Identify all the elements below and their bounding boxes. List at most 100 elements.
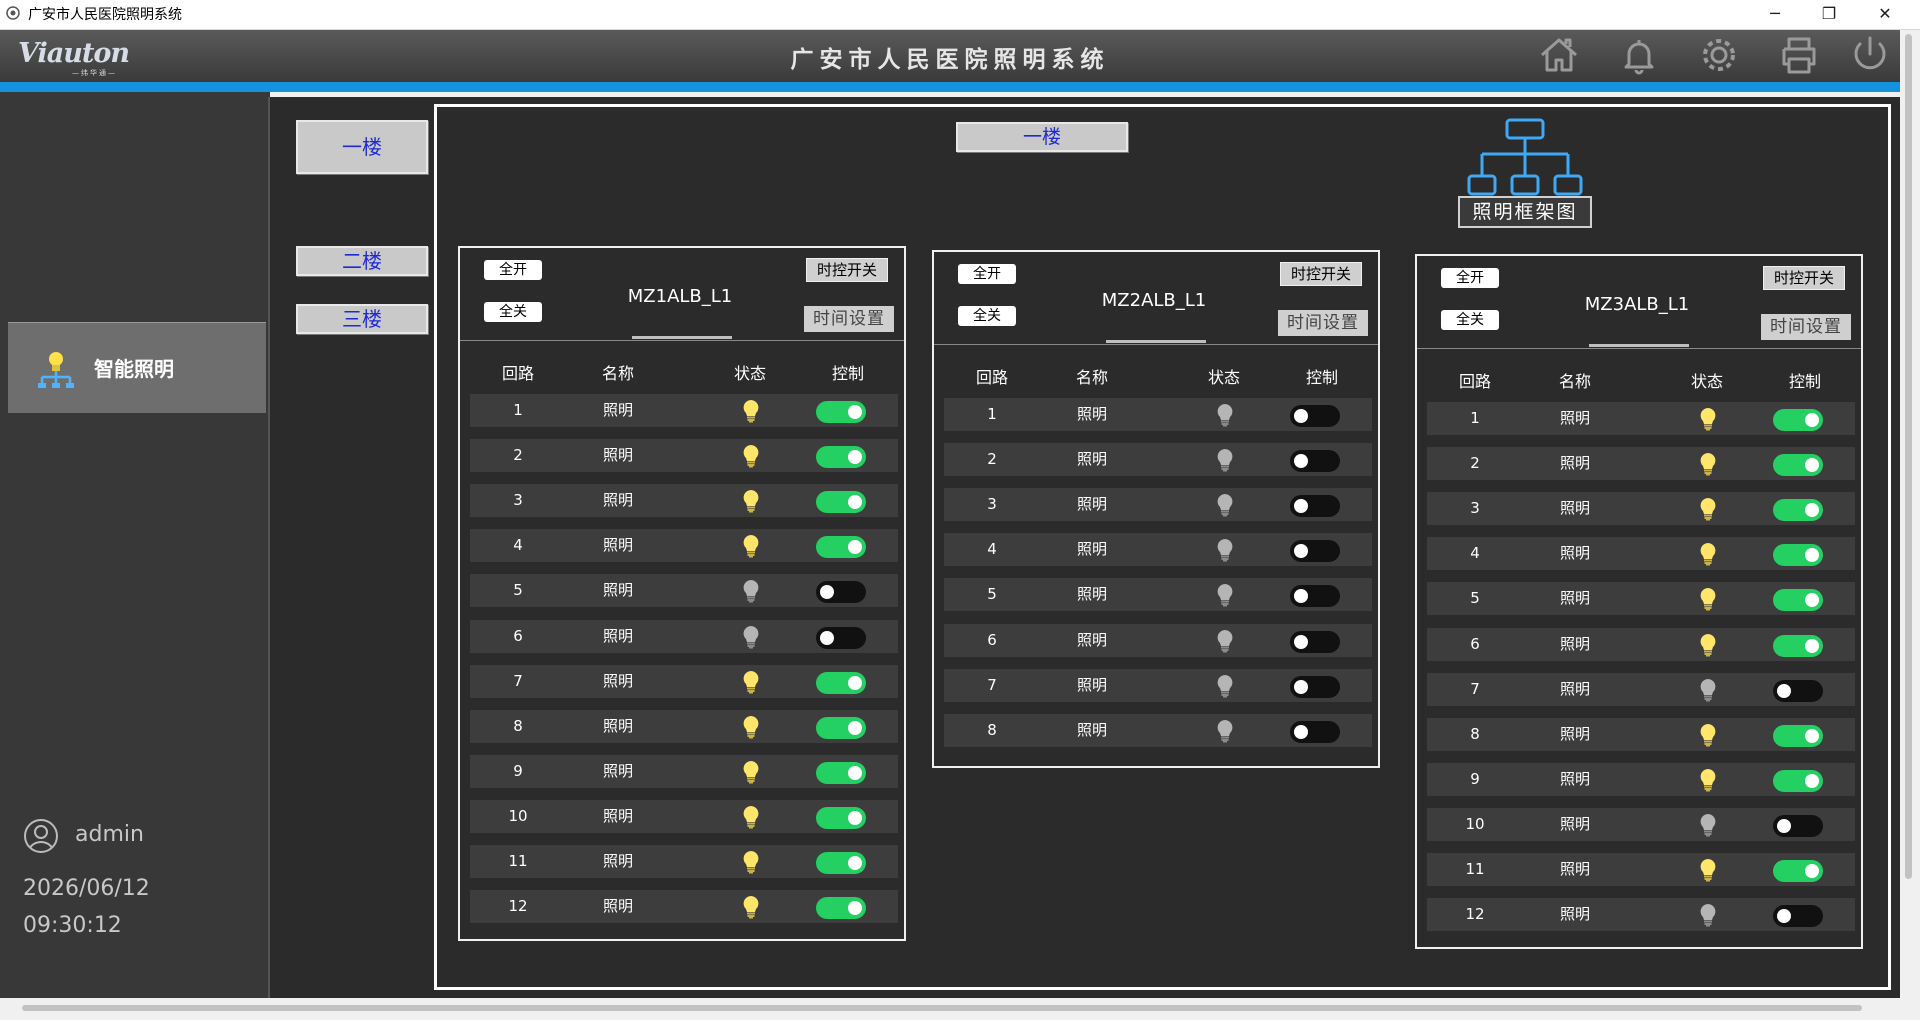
timer-switch-button[interactable]: 时控开关 xyxy=(806,258,888,282)
circuit-toggle[interactable] xyxy=(1773,769,1823,792)
bulb-on-icon xyxy=(1699,633,1717,657)
all-on-button[interactable]: 全开 xyxy=(484,260,542,280)
circuit-toggle[interactable] xyxy=(1773,634,1823,657)
time-settings-button[interactable]: 时间设置 xyxy=(1761,314,1851,340)
minimize-button[interactable]: ─ xyxy=(1752,0,1798,29)
circuit-row: 1 照明 xyxy=(944,398,1372,431)
all-off-button[interactable]: 全关 xyxy=(958,306,1016,326)
hierarchy-diagram-icon[interactable] xyxy=(1467,118,1583,196)
circuit-number: 7 xyxy=(987,675,997,694)
toggle-knob xyxy=(1294,634,1308,649)
bulb-off-icon xyxy=(1699,678,1717,702)
card-header-divider xyxy=(934,344,1378,345)
bulb-on-icon xyxy=(742,715,760,739)
col-header-circuit: 回路 xyxy=(1458,372,1491,391)
col-header-name: 名称 xyxy=(1075,368,1108,387)
circuit-toggle[interactable] xyxy=(816,491,866,514)
circuit-toggle[interactable] xyxy=(1773,814,1823,837)
circuit-number: 2 xyxy=(513,446,523,465)
timer-switch-button[interactable]: 时控开关 xyxy=(1280,262,1362,286)
circuit-toggle[interactable] xyxy=(816,671,866,694)
home-icon[interactable] xyxy=(1536,32,1582,78)
circuit-toggle[interactable] xyxy=(1290,675,1340,698)
bulb-off-icon xyxy=(1216,538,1234,562)
toggle-knob xyxy=(848,810,862,825)
lighting-diagram-button[interactable]: 照明框架图 xyxy=(1458,196,1592,228)
floor-2-button[interactable]: 二楼 xyxy=(296,246,428,276)
toggle-knob xyxy=(1805,864,1819,878)
all-on-button[interactable]: 全开 xyxy=(1441,268,1499,288)
circuit-number: 3 xyxy=(1470,499,1480,518)
circuit-row: 5 照明 xyxy=(470,574,898,608)
circuit-toggle[interactable] xyxy=(1290,405,1340,427)
window-title: 广安市人民医院照明系统 xyxy=(28,7,182,23)
circuit-toggle[interactable] xyxy=(816,852,866,874)
circuit-toggle[interactable] xyxy=(816,806,866,829)
circuit-toggle[interactable] xyxy=(1773,409,1823,431)
circuit-row: 2 照明 xyxy=(470,439,898,473)
circuit-toggle[interactable] xyxy=(1773,499,1823,522)
circuit-toggle[interactable] xyxy=(1773,860,1823,882)
horizontal-scrollbar-thumb[interactable] xyxy=(22,1005,1862,1011)
circuit-row: 9 照明 xyxy=(1427,762,1855,796)
circuit-toggle[interactable] xyxy=(1290,720,1340,743)
circuit-name: 照明 xyxy=(1559,589,1590,608)
time-settings-button[interactable]: 时间设置 xyxy=(804,306,894,332)
bulb-on-icon xyxy=(1699,497,1717,521)
circuit-row: 7 照明 xyxy=(944,668,1372,702)
all-off-button[interactable]: 全关 xyxy=(484,302,542,322)
header-accent-bar xyxy=(0,82,1900,92)
circuit-toggle[interactable] xyxy=(816,581,866,604)
circuit-toggle[interactable] xyxy=(816,626,866,649)
circuit-toggle[interactable] xyxy=(816,401,866,423)
circuit-toggle[interactable] xyxy=(1773,679,1823,702)
bulb-on-icon xyxy=(1699,452,1717,476)
circuit-number: 4 xyxy=(987,540,997,559)
toggle-knob xyxy=(1294,454,1308,469)
vertical-scrollbar-thumb[interactable] xyxy=(1905,34,1912,879)
circuit-toggle[interactable] xyxy=(1773,724,1823,747)
circuit-row: 9 照明 xyxy=(470,754,898,788)
power-icon[interactable] xyxy=(1850,32,1890,78)
circuit-number: 12 xyxy=(1465,905,1485,924)
printer-icon[interactable] xyxy=(1776,32,1822,78)
bulb-on-icon xyxy=(742,895,760,919)
bulb-off-icon xyxy=(742,625,760,649)
floor-3-button[interactable]: 三楼 xyxy=(296,304,428,334)
circuit-number: 1 xyxy=(1470,409,1480,427)
close-button[interactable]: ✕ xyxy=(1862,0,1908,29)
circuit-row: 6 照明 xyxy=(1427,627,1855,661)
bulb-on-icon xyxy=(742,670,760,694)
circuit-toggle[interactable] xyxy=(1290,450,1340,473)
time-settings-button[interactable]: 时间设置 xyxy=(1278,310,1368,336)
circuit-toggle[interactable] xyxy=(816,897,866,920)
circuit-toggle[interactable] xyxy=(1290,540,1340,563)
toggle-knob xyxy=(1805,413,1819,427)
toggle-knob xyxy=(848,675,862,690)
window-titlebar: 广安市人民医院照明系统 ─ ❐ ✕ xyxy=(0,0,1920,30)
circuit-toggle[interactable] xyxy=(816,536,866,559)
toggle-knob xyxy=(1777,818,1791,833)
circuit-name: 照明 xyxy=(602,852,633,870)
circuit-toggle[interactable] xyxy=(1773,589,1823,612)
circuit-toggle[interactable] xyxy=(1290,585,1340,608)
circuit-toggle[interactable] xyxy=(1773,544,1823,567)
toggle-knob xyxy=(1777,909,1791,924)
circuit-toggle[interactable] xyxy=(1290,630,1340,653)
sidebar-item-smart-lighting[interactable]: 智能照明 xyxy=(8,322,266,413)
timer-switch-button[interactable]: 时控开关 xyxy=(1763,266,1845,290)
circuit-name: 照明 xyxy=(602,626,633,645)
all-off-button[interactable]: 全关 xyxy=(1441,310,1499,330)
bell-icon[interactable] xyxy=(1616,32,1662,78)
circuit-toggle[interactable] xyxy=(816,716,866,739)
floor-1-button[interactable]: 一楼 xyxy=(296,120,428,174)
circuit-toggle[interactable] xyxy=(1773,454,1823,477)
circuit-toggle[interactable] xyxy=(1290,495,1340,518)
circuit-toggle[interactable] xyxy=(1773,905,1823,928)
gear-icon[interactable] xyxy=(1696,32,1742,78)
restore-button[interactable]: ❐ xyxy=(1806,0,1852,29)
all-on-button[interactable]: 全开 xyxy=(958,264,1016,284)
circuit-toggle[interactable] xyxy=(816,446,866,469)
circuit-toggle[interactable] xyxy=(816,761,866,784)
col-header-name: 名称 xyxy=(601,364,634,383)
